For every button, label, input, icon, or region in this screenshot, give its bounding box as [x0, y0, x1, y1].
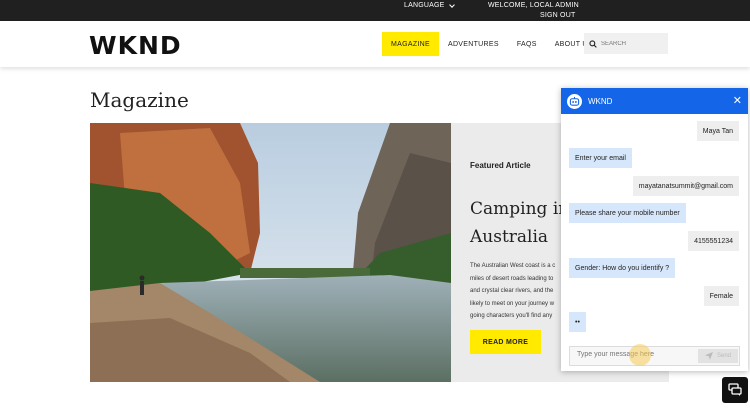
chat-message-bot: Please share your mobile number — [569, 203, 686, 223]
chat-message-bot: Enter your email — [569, 148, 632, 168]
chat-message-user: mayatanatsummit@gmail.com — [632, 176, 739, 196]
chat-launcher-button[interactable] — [722, 377, 748, 403]
search-input[interactable] — [601, 40, 661, 47]
main-nav: MAGAZINE ADVENTURES FAQS ABOUT US — [382, 32, 602, 56]
language-selector[interactable]: LANGUAGE — [404, 1, 455, 9]
nav-item-faqs[interactable]: FAQS — [508, 32, 546, 56]
close-icon[interactable]: ✕ — [733, 94, 742, 107]
chat-message-user: 4155551234 — [688, 231, 739, 251]
nav-item-magazine[interactable]: MAGAZINE — [382, 32, 439, 56]
excerpt-line: miles of desert roads leading to — [470, 275, 554, 282]
excerpt-line: likely to meet on your journey w — [470, 300, 555, 307]
gorge-landscape-image — [90, 123, 451, 382]
featured-article-image[interactable] — [90, 123, 451, 382]
featured-article-excerpt: The Australian West coast is a c miles o… — [470, 260, 565, 323]
welcome-text: WELCOME, LOCAL ADMIN — [488, 2, 579, 9]
typing-indicator: •• — [569, 312, 586, 332]
page-title: Magazine — [90, 88, 189, 112]
language-label: LANGUAGE — [404, 2, 445, 9]
site-logo[interactable]: WKND — [89, 31, 182, 60]
chevron-down-icon — [448, 1, 455, 8]
chat-bubbles-icon — [728, 383, 742, 396]
nav-item-adventures[interactable]: ADVENTURES — [439, 32, 508, 56]
chat-header: WKND ✕ — [561, 88, 748, 114]
chat-title: WKND — [588, 96, 613, 106]
top-utility-bar: LANGUAGE WELCOME, LOCAL ADMIN SIGN OUT — [0, 0, 750, 21]
excerpt-line: and crystal clear rivers, and the — [470, 288, 554, 294]
send-button[interactable]: Send — [698, 349, 738, 363]
excerpt-line: The Australian West coast is a c — [470, 263, 556, 269]
chat-message-user: Female — [703, 286, 739, 306]
search-box[interactable] — [584, 33, 668, 54]
featured-article-label: Featured Article — [470, 161, 531, 170]
read-more-button[interactable]: READ MORE — [470, 330, 541, 354]
chat-composer: Send — [569, 346, 740, 366]
send-icon — [704, 352, 713, 360]
search-icon — [589, 39, 597, 48]
mouse-cursor-highlight — [629, 344, 651, 366]
chat-message-bot: Gender: How do you identify ? — [569, 258, 676, 278]
chat-widget: WKND ✕ Maya Tan Enter your email mayatan… — [561, 88, 748, 371]
site-header: WKND MAGAZINE ADVENTURES FAQS ABOUT US — [0, 21, 750, 67]
excerpt-line: going characters you'll find any — [470, 313, 553, 319]
sign-out-link[interactable]: SIGN OUT — [540, 12, 575, 19]
page: LANGUAGE WELCOME, LOCAL ADMIN SIGN OUT W… — [0, 0, 750, 409]
send-label: Send — [716, 353, 731, 359]
chatbot-avatar-icon — [567, 93, 582, 109]
chat-message-user: Maya Tan — [696, 121, 739, 141]
